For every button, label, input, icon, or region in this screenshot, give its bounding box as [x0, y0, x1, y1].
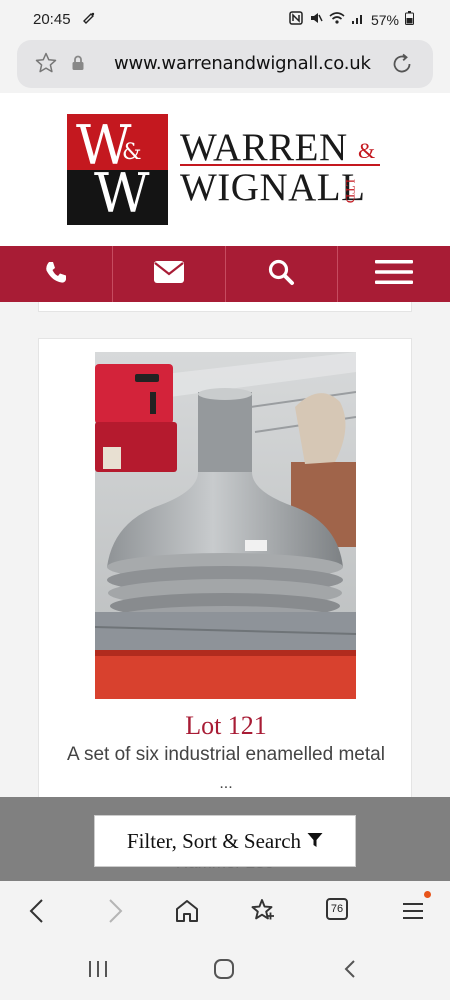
brand-ltd: LTD — [343, 179, 358, 204]
nav-menu-button[interactable] — [338, 246, 450, 302]
status-time: 20:45 — [33, 11, 71, 28]
site-nav-bar — [0, 246, 450, 302]
logo-mark[interactable]: W & W — [67, 114, 168, 225]
notification-dot — [424, 891, 431, 898]
mute-icon — [309, 11, 323, 28]
home-icon[interactable] — [173, 897, 201, 925]
filter-sort-bar: Hammer 230 Filter, Sort & Search — [0, 797, 450, 881]
screen-cast-icon — [82, 11, 96, 28]
phone-icon — [43, 259, 69, 290]
lot-image[interactable] — [95, 352, 356, 699]
wifi-icon — [329, 11, 345, 28]
status-bar: 20:45 57% — [0, 0, 450, 40]
envelope-icon — [153, 260, 185, 289]
logo-letter-w-bottom: W — [94, 162, 150, 225]
previous-lot-card — [38, 302, 412, 312]
system-back-icon[interactable] — [340, 958, 360, 985]
forward-arrow-icon[interactable] — [100, 897, 128, 925]
recent-apps-icon[interactable] — [86, 958, 110, 985]
lot-title[interactable]: Lot 121 — [39, 711, 413, 741]
address-bar[interactable]: www.warrenandwignall.co.uk — [17, 40, 433, 88]
lot-description: A set of six industrial enamelled metal — [67, 744, 385, 765]
signal-icon — [351, 11, 365, 28]
lot-card[interactable]: Lot 121 A set of six industrial enamelle… — [38, 338, 412, 797]
browser-menu-icon[interactable] — [399, 897, 427, 925]
reload-icon[interactable] — [389, 51, 415, 77]
back-arrow-icon[interactable] — [24, 897, 52, 925]
system-navigation-bar — [0, 939, 450, 1000]
lot-listing: Lot 121 A set of six industrial enamelle… — [0, 302, 450, 797]
bookmark-star-icon[interactable] — [34, 51, 58, 75]
hamburger-menu-icon — [375, 259, 414, 290]
nav-search-button[interactable] — [226, 246, 339, 302]
nav-phone-button[interactable] — [0, 246, 113, 302]
filter-sort-search-button[interactable]: Filter, Sort & Search — [94, 815, 356, 867]
tabs-count-icon[interactable]: 76 — [326, 898, 348, 920]
lock-icon — [71, 55, 85, 71]
search-icon — [267, 258, 295, 291]
nav-email-button[interactable] — [113, 246, 226, 302]
browser-toolbar: 76 — [0, 881, 450, 939]
battery-icon — [405, 11, 414, 28]
home-button-icon[interactable] — [212, 957, 236, 986]
site-header: W & W WARREN & WIGNALL LTD — [0, 93, 450, 246]
lot-description-ellipsis: ... — [219, 775, 233, 792]
filter-icon — [307, 829, 323, 854]
filter-button-label: Filter, Sort & Search — [126, 828, 302, 853]
url-text[interactable]: www.warrenandwignall.co.uk — [114, 53, 371, 74]
brand-name-wignall: WIGNALL — [180, 166, 366, 209]
battery-text: 57% — [370, 11, 399, 28]
status-icons: 57% — [289, 11, 414, 28]
bookmarks-icon[interactable] — [248, 897, 276, 925]
nfc-icon — [289, 11, 303, 28]
brand-ampersand: & — [358, 138, 376, 163]
